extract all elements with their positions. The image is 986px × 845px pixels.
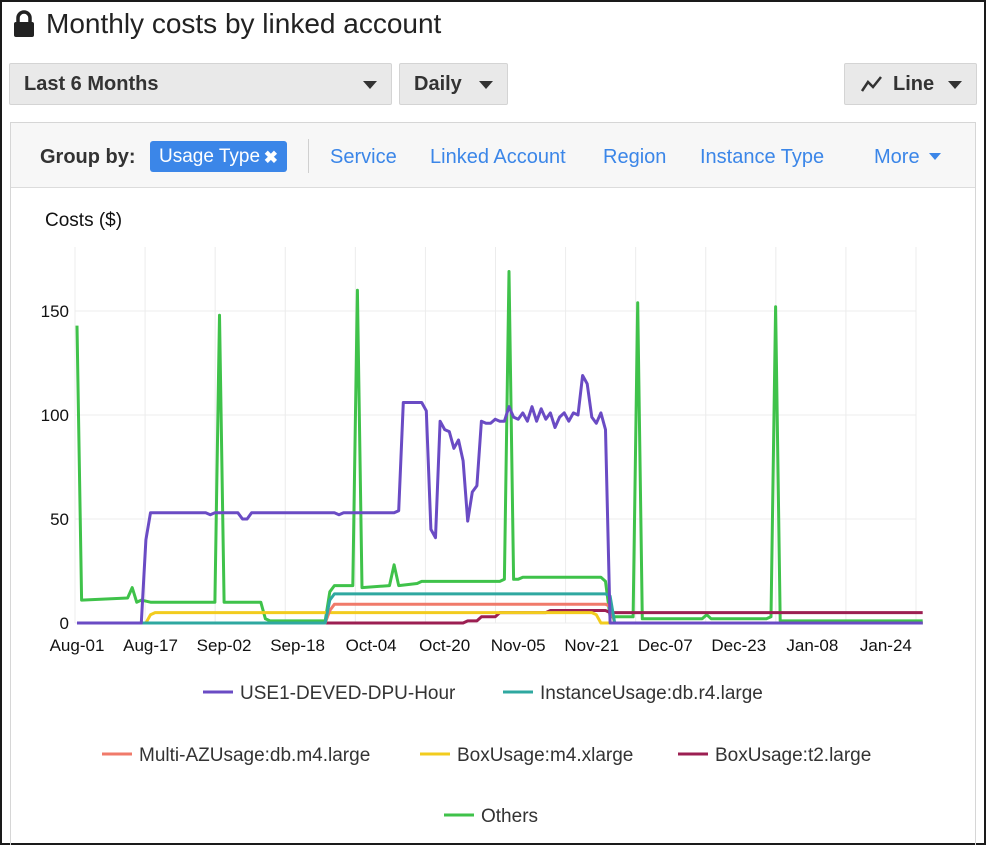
x-tick-label: Nov-21: [564, 636, 619, 655]
legend-label[interactable]: Others: [481, 806, 538, 827]
legend-label[interactable]: BoxUsage:m4.xlarge: [457, 745, 633, 766]
legend-label[interactable]: Multi-AZUsage:db.m4.large: [139, 745, 370, 766]
legend-label[interactable]: InstanceUsage:db.r4.large: [540, 683, 763, 704]
x-tick-label: Sep-18: [270, 636, 325, 655]
x-tick-label: Aug-17: [123, 636, 178, 655]
series-line[interactable]: [77, 592, 923, 625]
series-line[interactable]: [77, 374, 923, 625]
x-tick-label: Nov-05: [491, 636, 546, 655]
x-tick-label: Dec-23: [711, 636, 766, 655]
x-tick-label: Sep-02: [197, 636, 252, 655]
y-tick-label: 50: [50, 510, 69, 529]
cost-line-chart: Costs ($) 0 50 100 150 Aug-01 Aug-17 Sep-02 Sep-…: [41, 210, 923, 827]
y-tick-label: 0: [60, 614, 69, 633]
x-tick-label: Dec-07: [638, 636, 693, 655]
x-tick-label: Aug-01: [50, 636, 105, 655]
x-tick-label: Oct-04: [346, 636, 397, 655]
y-axis-title: Costs ($): [45, 210, 122, 231]
x-tick-label: Jan-08: [786, 636, 838, 655]
y-tick-label: 150: [41, 302, 69, 321]
x-tick-label: Jan-24: [860, 636, 912, 655]
legend-label[interactable]: BoxUsage:t2.large: [715, 745, 871, 766]
y-tick-label: 100: [41, 406, 69, 425]
series-line[interactable]: [75, 270, 923, 623]
legend-label[interactable]: USE1-DEVED-DPU-Hour: [240, 683, 456, 704]
x-tick-label: Oct-20: [419, 636, 470, 655]
